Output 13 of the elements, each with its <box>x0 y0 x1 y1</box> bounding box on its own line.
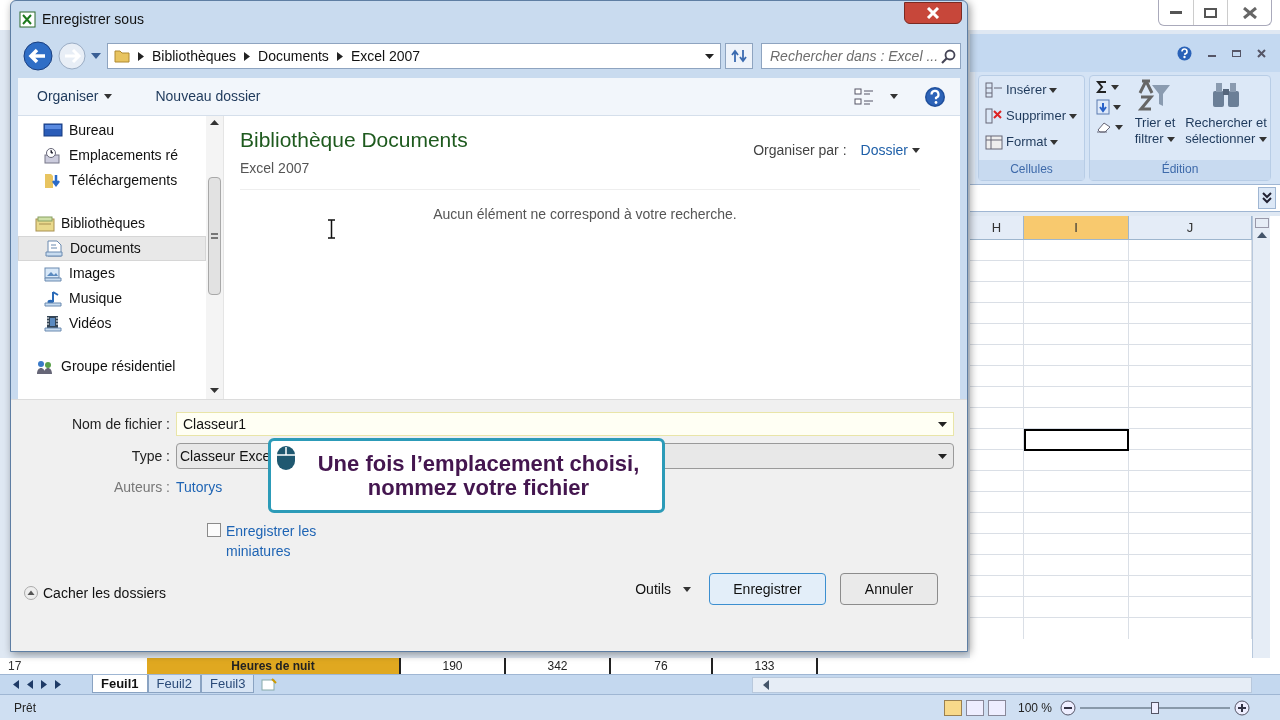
group-label: Cellules <box>979 160 1084 180</box>
window-title: Enregistrer sous <box>42 9 144 29</box>
empty-message: Aucun élément ne correspond à votre recherche. <box>433 204 737 224</box>
group-label: Édition <box>1090 160 1270 180</box>
field-label: Auteurs : <box>112 477 171 497</box>
library-subtitle: Excel 2007 <box>240 158 311 178</box>
library-title: Bibliothèque Documents <box>240 127 468 153</box>
field-label: Type : <box>130 446 171 466</box>
callout-text: Une fois l’emplacement choisi, nommez votre fichier <box>316 451 641 500</box>
table-cell: Heures de nuit <box>147 658 401 674</box>
status-text: Prêt <box>14 699 36 717</box>
field-label: Nom de fichier : <box>70 414 171 434</box>
arrange-label: Organiser par : <box>753 141 847 160</box>
